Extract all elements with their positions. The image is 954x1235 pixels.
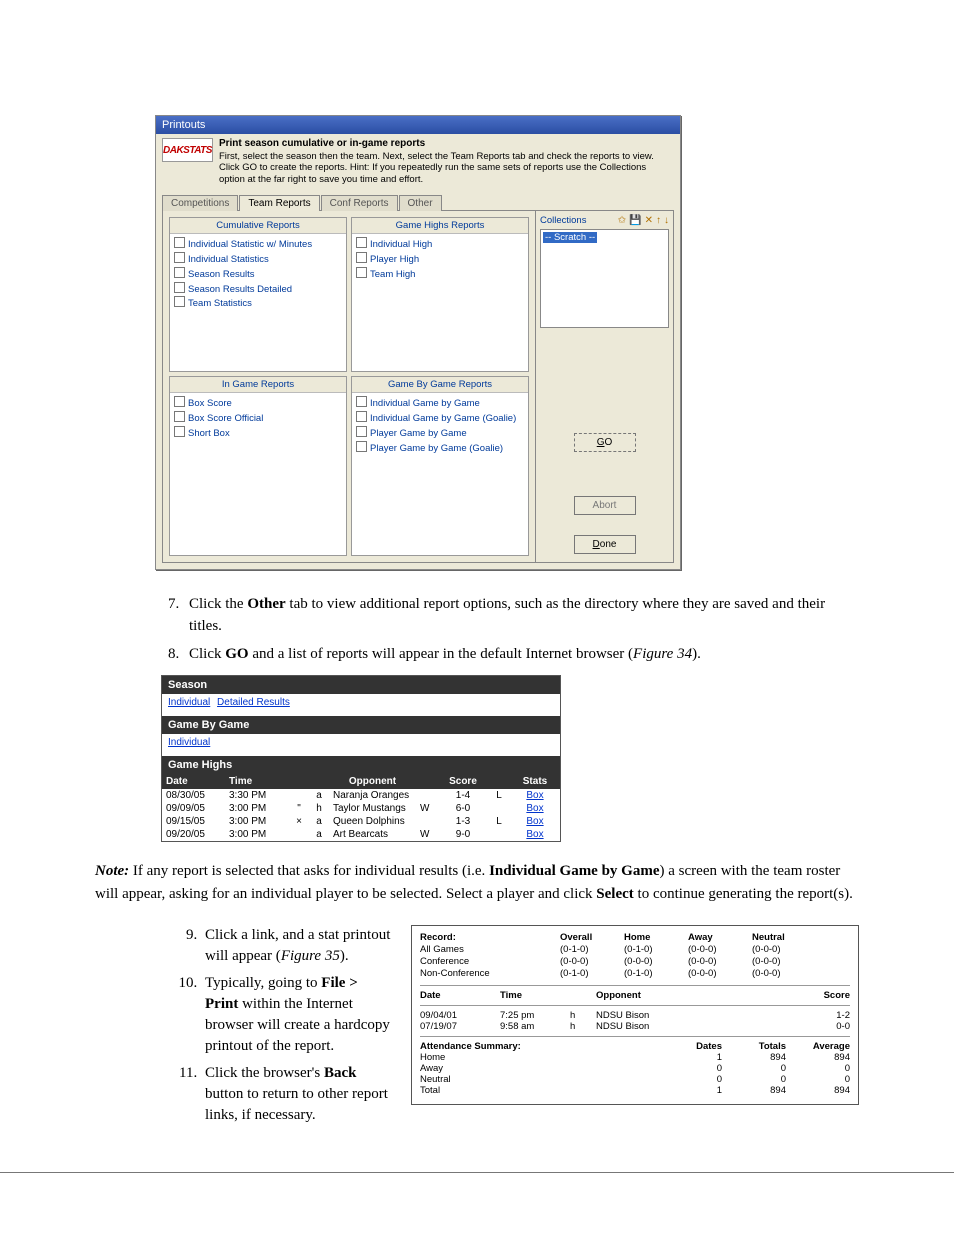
collections-label: Collections xyxy=(540,215,614,226)
checkbox-item[interactable]: Individual High xyxy=(356,237,524,252)
game-highs-reports-box: Game Highs Reports Individual High Playe… xyxy=(351,217,529,372)
link-individual[interactable]: Individual xyxy=(168,697,210,708)
save-icon[interactable]: 💾 xyxy=(629,215,641,226)
table-row: 09/09/053:00 PM"hTaylor MustangsW6-0Box xyxy=(162,802,560,815)
box-link[interactable]: Box xyxy=(526,790,543,801)
link-detailed-results[interactable]: Detailed Results xyxy=(217,697,290,708)
dialog-title: Printouts xyxy=(156,116,680,134)
in-game-reports-box: In Game Reports Box Score Box Score Offi… xyxy=(169,376,347,556)
checkbox-item[interactable]: Team High xyxy=(356,267,524,282)
dakstats-logo: DAKSTATS xyxy=(162,138,213,162)
step-8: Click GO and a list of reports will appe… xyxy=(183,644,859,666)
table-row: 09/20/053:00 PMaArt BearcatsW9-0Box xyxy=(162,828,560,841)
tab-other[interactable]: Other xyxy=(399,195,442,211)
tab-conf-reports[interactable]: Conf Reports xyxy=(321,195,398,211)
down-icon[interactable]: ↓ xyxy=(664,215,669,226)
tab-competitions[interactable]: Competitions xyxy=(162,195,238,211)
collection-scratch[interactable]: -- Scratch -- xyxy=(543,232,597,243)
checkbox-item[interactable]: Individual Game by Game xyxy=(356,396,524,411)
checkbox-item[interactable]: Individual Statistics xyxy=(174,252,342,267)
checkbox-item[interactable]: Box Score Official xyxy=(174,411,342,426)
checkbox-item[interactable]: Individual Game by Game (Goalie) xyxy=(356,411,524,426)
step-11: Click the browser's Back button to retur… xyxy=(201,1063,393,1126)
note-paragraph: Note: If any report is selected that ask… xyxy=(95,860,859,905)
box-link[interactable]: Box xyxy=(526,803,543,814)
go-button[interactable]: GO xyxy=(574,433,636,452)
step-9: Click a link, and a stat printout will a… xyxy=(201,925,393,967)
checkbox-item[interactable]: Season Results Detailed xyxy=(174,282,342,297)
collections-list[interactable]: -- Scratch -- xyxy=(540,229,669,328)
box-link[interactable]: Box xyxy=(526,816,543,827)
stat-printout-figure: Record: Overall Home Away Neutral All Ga… xyxy=(411,925,859,1105)
done-button[interactable]: Done xyxy=(574,535,636,554)
delete-icon[interactable]: ✕ xyxy=(645,215,653,226)
tabstrip: Competitions Team Reports Conf Reports O… xyxy=(162,194,674,210)
checkbox-item[interactable]: Player High xyxy=(356,252,524,267)
abort-button[interactable]: Abort xyxy=(574,496,636,515)
step-10: Typically, going to File > Print within … xyxy=(201,973,393,1057)
printouts-dialog: Printouts DAKSTATS Print season cumulati… xyxy=(155,115,681,570)
table-row: 09/15/053:00 PM×aQueen Dolphins1-3LBox xyxy=(162,815,560,828)
game-by-game-reports-box: Game By Game Reports Individual Game by … xyxy=(351,376,529,556)
checkbox-item[interactable]: Player Game by Game (Goalie) xyxy=(356,441,524,456)
report-list-figure: Season Individual Detailed Results Game … xyxy=(161,675,561,842)
checkbox-item[interactable]: Team Statistics xyxy=(174,296,342,311)
up-icon[interactable]: ↑ xyxy=(656,215,661,226)
checkbox-item[interactable]: Short Box xyxy=(174,426,342,441)
link-individual-gbg[interactable]: Individual xyxy=(168,737,210,748)
dialog-instructions: Print season cumulative or in-game repor… xyxy=(219,138,674,186)
table-row: 09/04/017:25 pmhNDSU Bison1-2 xyxy=(420,1010,850,1021)
table-row: 07/19/079:58 amhNDSU Bison0-0 xyxy=(420,1021,850,1032)
box-link[interactable]: Box xyxy=(526,829,543,840)
step-7: Click the Other tab to view additional r… xyxy=(183,594,859,638)
cumulative-reports-box: Cumulative Reports Individual Statistic … xyxy=(169,217,347,372)
tab-team-reports[interactable]: Team Reports xyxy=(239,195,319,211)
table-row: 08/30/053:30 PMaNaranja Oranges1-4LBox xyxy=(162,789,560,802)
checkbox-item[interactable]: Individual Statistic w/ Minutes xyxy=(174,237,342,252)
checkbox-item[interactable]: Box Score xyxy=(174,396,342,411)
new-icon[interactable]: ✩ xyxy=(618,215,626,226)
checkbox-item[interactable]: Season Results xyxy=(174,267,342,282)
checkbox-item[interactable]: Player Game by Game xyxy=(356,426,524,441)
